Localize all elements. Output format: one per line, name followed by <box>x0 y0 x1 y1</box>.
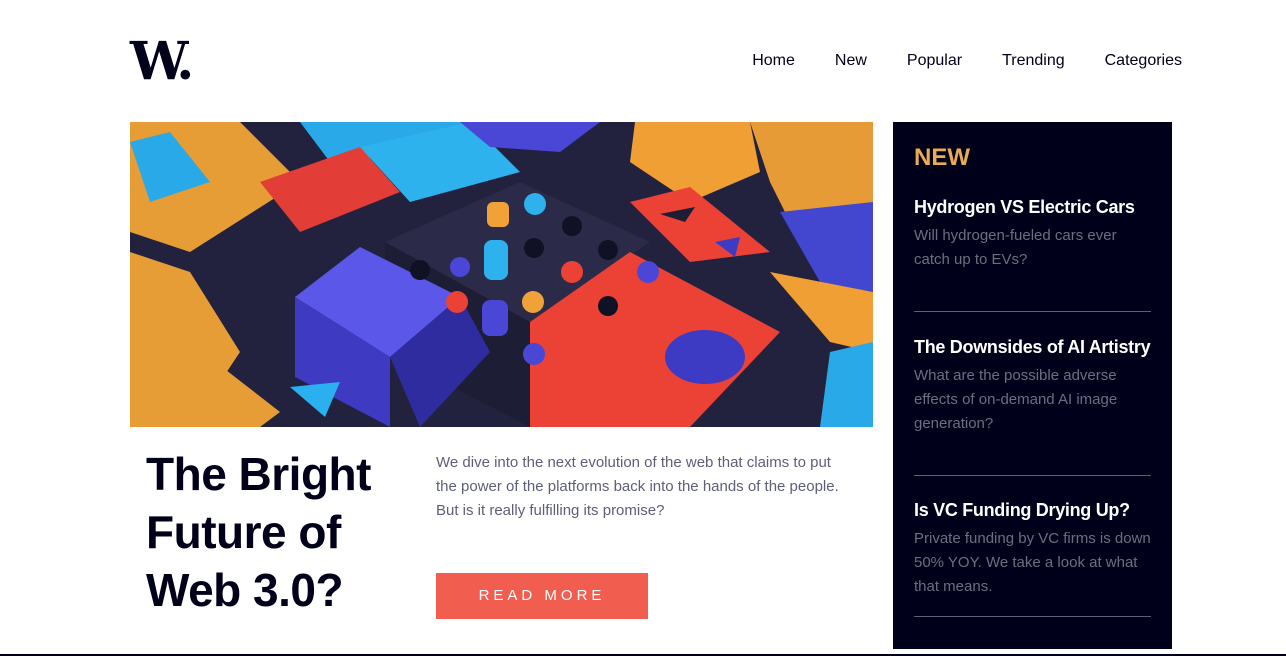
site-logo[interactable]: W. <box>130 36 194 88</box>
read-more-button[interactable]: READ MORE <box>436 573 648 619</box>
sidebar-article-title[interactable]: Hydrogen VS Electric Cars <box>914 196 1151 219</box>
sidebar-article-1[interactable]: Hydrogen VS Electric Cars Will hydrogen-… <box>914 196 1151 272</box>
nav-popular[interactable]: Popular <box>907 52 962 70</box>
sidebar-divider <box>914 616 1151 617</box>
nav-trending[interactable]: Trending <box>1002 52 1065 70</box>
nav-home[interactable]: Home <box>752 52 795 70</box>
nav-categories[interactable]: Categories <box>1105 52 1182 70</box>
sidebar-article-text: What are the possible adverse effects of… <box>914 367 1118 432</box>
header: W. Home New Popular Trending Categories <box>130 36 1182 88</box>
nav-new[interactable]: New <box>835 52 867 70</box>
sidebar-heading: NEW <box>914 144 970 171</box>
sidebar-divider <box>914 475 1151 476</box>
sidebar-article-title[interactable]: Is VC Funding Drying Up? <box>914 499 1151 522</box>
sidebar-article-3[interactable]: Is VC Funding Drying Up? Private funding… <box>914 499 1151 599</box>
hero-image <box>130 122 873 427</box>
article-title: The Bright Future of Web 3.0? <box>146 448 371 616</box>
sidebar-article-text: Private funding by VC firms is down 50% … <box>914 530 1151 595</box>
sidebar-article-text: Will hydrogen-fueled cars ever catch up … <box>914 227 1117 268</box>
main-nav: Home New Popular Trending Categories <box>752 52 1182 70</box>
article-description: We dive into the next evolution of the w… <box>436 454 839 519</box>
sidebar-divider <box>914 311 1151 312</box>
sidebar-article-2[interactable]: The Downsides of AI Artistry What are th… <box>914 336 1151 436</box>
new-articles-sidebar: NEW Hydrogen VS Electric Cars Will hydro… <box>893 122 1172 649</box>
sidebar-article-title[interactable]: The Downsides of AI Artistry <box>914 336 1151 359</box>
blocks-illustration <box>130 122 873 427</box>
